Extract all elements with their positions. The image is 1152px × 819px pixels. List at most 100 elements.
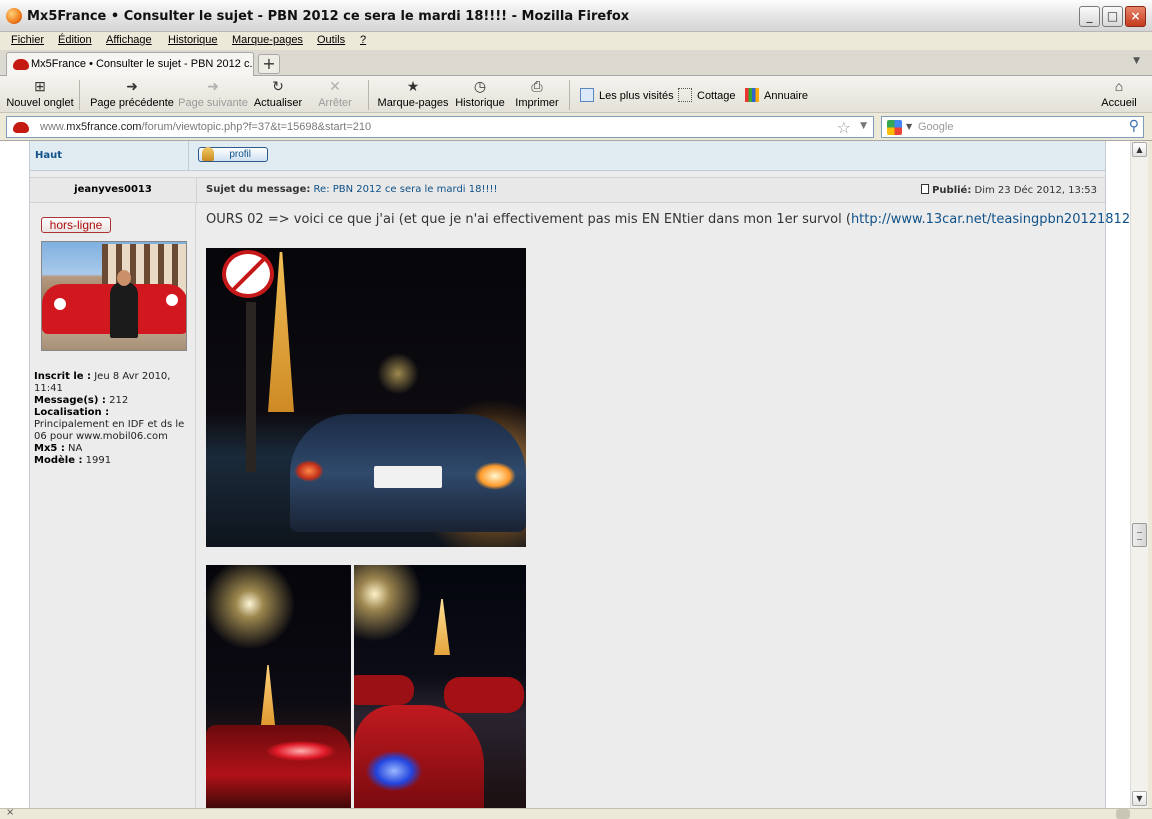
- google-engine-icon[interactable]: [887, 120, 902, 135]
- back-button[interactable]: ➜ Page précédente: [89, 78, 175, 112]
- home-button[interactable]: ⌂ Accueil: [1098, 78, 1140, 112]
- tab-active[interactable]: Mx5France • Consulter le sujet - PBN 201…: [6, 52, 254, 76]
- new-tab-toolbar-button[interactable]: ⊞ Nouvel onglet: [6, 78, 74, 112]
- bookmarks-button[interactable]: ★ Marque-pages: [377, 78, 449, 112]
- bookmarks-label: Marque-pages: [377, 97, 449, 109]
- subject-link[interactable]: Re: PBN 2012 ce sera le mardi 18!!!!: [314, 184, 498, 195]
- joined-line: Inscrit le : Jeu 8 Avr 2010, 11:41: [34, 371, 194, 395]
- author-profile-column: hors-ligne Inscrit le : Jeu 8 Avr 2010, …: [30, 204, 196, 808]
- url-path: /forum/viewtopic.php?f=37&t=15698&start=…: [141, 121, 372, 133]
- site-identity-icon[interactable]: [13, 122, 29, 133]
- posted-label: Publié:: [932, 185, 972, 196]
- red-car-shape: [206, 725, 351, 808]
- page-placeholder-icon: [678, 88, 692, 102]
- reload-icon: ↻: [272, 78, 284, 94]
- menu-outils[interactable]: Outils: [317, 34, 345, 46]
- stop-button[interactable]: ✕ Arrêter: [315, 78, 355, 112]
- navigation-toolbar: ⊞ Nouvel onglet ➜ Page précédente ➜ Page…: [0, 76, 1152, 113]
- messages-label: Message(s) :: [34, 395, 106, 406]
- joined-label: Inscrit le :: [34, 371, 92, 382]
- bookmark-star-icon[interactable]: ☆: [837, 118, 851, 137]
- model-line: Modèle : 1991: [34, 455, 194, 467]
- tail-light-glow: [266, 741, 336, 761]
- post-document-icon[interactable]: [921, 184, 930, 194]
- bookmark-star-icon: ★: [406, 78, 420, 94]
- history-button[interactable]: ◷ Historique: [454, 78, 506, 112]
- reload-label: Actualiser: [253, 97, 303, 109]
- scroll-up-chevron-up-icon[interactable]: ▲: [1132, 142, 1147, 157]
- search-placeholder: Google: [918, 121, 954, 133]
- reload-button[interactable]: ↻ Actualiser: [253, 78, 303, 112]
- post-author[interactable]: jeanyves0013: [30, 184, 196, 195]
- print-button[interactable]: ⎙ Imprimer: [514, 78, 560, 112]
- menu-affichage[interactable]: Affichage: [106, 34, 152, 46]
- post-link[interactable]: http://www.13car.net/teasingpbn20121812.…: [851, 212, 1130, 227]
- location-label: Localisation :: [34, 407, 110, 418]
- search-box[interactable]: ▼ Google ⚲: [881, 116, 1144, 138]
- cottage-label: Cottage: [697, 90, 736, 102]
- scrollbar-thumb[interactable]: [1132, 523, 1147, 547]
- address-bar[interactable]: www.mx5france.com/forum/viewtopic.php?f=…: [6, 116, 874, 138]
- bookmark-most-visited[interactable]: Les plus visités: [580, 88, 674, 102]
- most-visited-icon: [580, 88, 594, 102]
- engine-chevron-down-icon[interactable]: ▼: [906, 122, 912, 131]
- eiffel-tower-shape: [434, 599, 450, 655]
- vertical-scrollbar[interactable]: ▲ ▼: [1130, 141, 1148, 808]
- window-titlebar: Mx5France • Consulter le sujet - PBN 201…: [0, 0, 1152, 32]
- stop-x-icon: ✕: [329, 78, 341, 94]
- profile-button[interactable]: profil: [198, 147, 268, 162]
- forward-arrow-icon: ➜: [207, 78, 219, 94]
- menu-historique[interactable]: Historique: [168, 34, 218, 46]
- bookmark-cottage[interactable]: Cottage: [678, 88, 736, 102]
- messages-line: Message(s) : 212: [34, 395, 194, 407]
- print-label: Imprimer: [515, 97, 559, 109]
- post-header-row: jeanyves0013 Sujet du message: Re: PBN 2…: [30, 177, 1105, 204]
- tail-light-glow: [294, 460, 324, 482]
- tab-list-chevron-down-icon[interactable]: ▼: [1133, 56, 1140, 66]
- scroll-down-chevron-down-icon[interactable]: ▼: [1132, 791, 1147, 806]
- location-line: Localisation :: [34, 407, 194, 419]
- url-text: www.mx5france.com/forum/viewtopic.php?f=…: [40, 121, 371, 133]
- menu-fichier[interactable]: Fichier: [11, 34, 44, 46]
- page-content: Haut profil jeanyves0013 Sujet du messag…: [0, 141, 1130, 808]
- model-value: 1991: [85, 455, 112, 466]
- close-window-button[interactable]: ×: [1125, 6, 1146, 27]
- status-badge[interactable]: hors-ligne: [41, 217, 111, 233]
- stop-label: Arrêter: [318, 97, 352, 109]
- column-divider: [196, 178, 197, 204]
- sign-pole: [246, 302, 256, 472]
- close-findbar-close-icon[interactable]: ×: [6, 807, 14, 818]
- toolbar-separator: [569, 80, 570, 110]
- toolbar-separator: [79, 80, 80, 110]
- post-body-text: OURS 02 => voici ce que j'ai (et que je …: [206, 212, 1130, 227]
- menu-marque-pages[interactable]: Marque-pages: [232, 34, 303, 46]
- annuaire-icon: [745, 88, 759, 102]
- url-history-chevron-down-icon[interactable]: ▼: [860, 121, 867, 131]
- url-row: www.mx5france.com/forum/viewtopic.php?f=…: [0, 113, 1152, 141]
- minimize-button[interactable]: _: [1079, 6, 1100, 27]
- red-car-shape: [444, 677, 524, 713]
- search-magnifier-icon[interactable]: ⚲: [1129, 118, 1139, 134]
- most-visited-label: Les plus visités: [599, 90, 674, 102]
- forum-post-container: Haut profil jeanyves0013 Sujet du messag…: [29, 141, 1130, 808]
- mx5-label: Mx5 :: [34, 443, 65, 454]
- bookmark-annuaire[interactable]: Annuaire: [745, 88, 808, 102]
- new-tab-button[interactable]: +: [258, 54, 280, 74]
- maximize-button[interactable]: □: [1102, 6, 1123, 27]
- mx5-line: Mx5 : NA: [34, 443, 194, 455]
- profile-details: Inscrit le : Jeu 8 Avr 2010, 11:41 Messa…: [34, 371, 194, 467]
- forward-button[interactable]: ➜ Page suivante: [177, 78, 249, 112]
- menu-help[interactable]: ?: [360, 34, 366, 46]
- menu-edition[interactable]: Édition: [58, 34, 92, 46]
- subject-label: Sujet du message:: [206, 184, 311, 195]
- addon-status-icon: [1116, 809, 1130, 819]
- post-subject: Sujet du message: Re: PBN 2012 ce sera l…: [206, 184, 498, 195]
- home-icon: ⌂: [1114, 78, 1124, 94]
- post-photo-eiffel-night[interactable]: [206, 248, 526, 547]
- toolbar-separator: [368, 80, 369, 110]
- back-to-top-link[interactable]: Haut: [35, 150, 62, 161]
- post-text: OURS 02 => voici ce que j'ai (et que je …: [206, 212, 851, 227]
- post-photo-convoy-right[interactable]: [354, 565, 526, 808]
- post-photo-convoy-left[interactable]: [206, 565, 351, 808]
- clock-icon: ◷: [473, 78, 487, 94]
